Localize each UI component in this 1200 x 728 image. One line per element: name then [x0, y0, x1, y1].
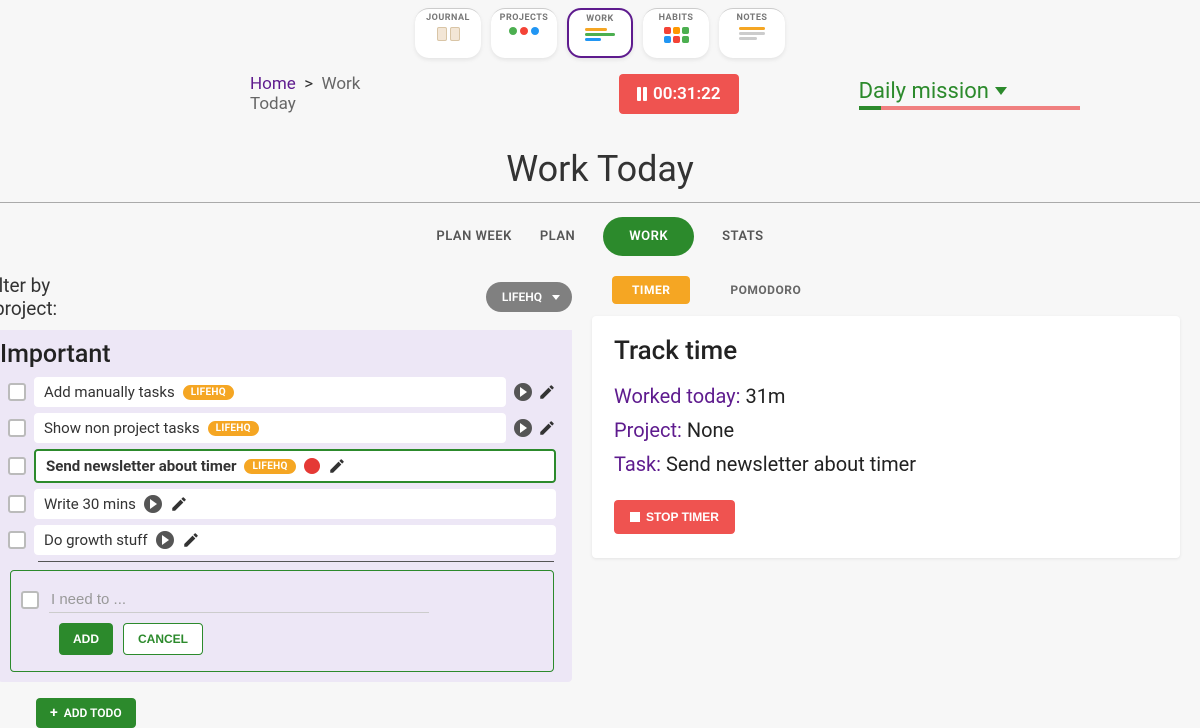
nav-notes[interactable]: NOTES: [719, 8, 785, 58]
task-body[interactable]: Do growth stuff: [34, 525, 556, 555]
nav-work[interactable]: WORK: [567, 8, 633, 58]
tab-work[interactable]: WORK: [603, 217, 694, 256]
section-title: Important: [0, 336, 564, 377]
mode-tabs: TIMER POMODORO: [592, 270, 1180, 316]
page-title: Work Today: [0, 124, 1200, 202]
task-row: Show non project tasks LIFEHQ: [8, 413, 556, 443]
nav-projects[interactable]: PROJECTS: [491, 8, 557, 58]
right-column: TIMER POMODORO Track time Worked today: …: [592, 270, 1200, 728]
track-title: Track time: [614, 336, 1158, 366]
stop-label: STOP TIMER: [646, 510, 719, 524]
task-row: Write 30 mins: [8, 489, 556, 519]
tab-plan[interactable]: PLAN: [540, 229, 575, 244]
task-title: Send newsletter about timer: [46, 457, 236, 475]
tab-plan-week[interactable]: PLAN WEEK: [436, 229, 511, 244]
task-title: Show non project tasks: [44, 419, 200, 437]
habits-icon: [661, 27, 691, 43]
task-checkbox[interactable]: [8, 495, 26, 513]
task-checkbox[interactable]: [8, 457, 26, 475]
worked-value: 31m: [745, 384, 785, 408]
play-icon[interactable]: [514, 419, 532, 437]
pause-icon: [637, 87, 647, 101]
breadcrumb: Home > Work Today: [250, 74, 389, 114]
edit-icon[interactable]: [328, 457, 346, 475]
task-list: Add manually tasksLIFEHQShow non project…: [0, 377, 564, 555]
task-divider: [38, 561, 554, 562]
add-todo-button[interactable]: + ADD TODO: [36, 698, 136, 728]
project-label: Project:: [614, 418, 682, 442]
filter-chip[interactable]: LIFEHQ: [486, 282, 572, 312]
important-panel: Important Add manually tasksLIFEHQShow n…: [0, 330, 572, 682]
new-task-form: ADD CANCEL: [10, 570, 554, 672]
breadcrumb-sep: >: [304, 74, 313, 94]
task-tag: LIFEHQ: [208, 421, 259, 436]
left-column: ilter by project: LIFEHQ Important Add m…: [0, 270, 572, 728]
task-value: Send newsletter about timer: [666, 452, 916, 476]
notes-icon: [739, 27, 765, 40]
edit-icon[interactable]: [538, 419, 556, 437]
daily-mission-label: Daily mission: [859, 79, 989, 104]
task-row: Do growth stuff: [8, 525, 556, 555]
task-icons: [514, 383, 556, 401]
worked-label: Worked today:: [614, 384, 740, 408]
nav-habits[interactable]: HABITS: [643, 8, 709, 58]
task-label: Task:: [614, 452, 661, 476]
task-title: Write 30 mins: [44, 495, 136, 513]
task-body[interactable]: Add manually tasks LIFEHQ: [34, 377, 506, 407]
tab-stats[interactable]: STATS: [722, 229, 764, 244]
top-nav: JOURNAL PROJECTS WORK HABITS NOTES: [0, 0, 1200, 64]
play-icon[interactable]: [144, 495, 162, 513]
task-title: Add manually tasks: [44, 383, 175, 401]
track-card: Track time Worked today: 31m Project: No…: [592, 316, 1180, 558]
journal-icon: [437, 27, 460, 41]
task-icons: [514, 419, 556, 437]
task-body[interactable]: Write 30 mins: [34, 489, 556, 519]
mode-tab-pomodoro[interactable]: POMODORO: [710, 276, 821, 304]
task-checkbox[interactable]: [8, 419, 26, 437]
project-value: None: [687, 418, 734, 442]
stop-icon: [630, 512, 640, 522]
nav-label: PROJECTS: [500, 13, 549, 23]
stop-timer-button[interactable]: STOP TIMER: [614, 500, 735, 534]
task-tag: LIFEHQ: [183, 385, 234, 400]
nav-label: HABITS: [659, 13, 694, 23]
breadcrumb-home[interactable]: Home: [250, 74, 296, 94]
play-icon[interactable]: [156, 531, 174, 549]
timer-value: 00:31:22: [653, 84, 721, 104]
filter-row: ilter by project: LIFEHQ: [0, 270, 572, 330]
add-todo-label: ADD TODO: [64, 706, 122, 720]
edit-icon[interactable]: [170, 495, 188, 513]
edit-icon[interactable]: [182, 531, 200, 549]
play-icon[interactable]: [514, 383, 532, 401]
edit-icon[interactable]: [538, 383, 556, 401]
task-body[interactable]: Send newsletter about timer LIFEHQ: [34, 449, 556, 483]
work-icon: [585, 28, 615, 41]
new-task-input[interactable]: [49, 587, 429, 613]
cancel-button[interactable]: CANCEL: [123, 623, 203, 655]
nav-label: JOURNAL: [426, 13, 470, 23]
task-checkbox[interactable]: [8, 531, 26, 549]
new-task-checkbox[interactable]: [21, 591, 39, 609]
timer-button[interactable]: 00:31:22: [619, 74, 739, 114]
task-tag: LIFEHQ: [244, 459, 295, 474]
daily-mission-dropdown[interactable]: Daily mission: [859, 79, 1080, 110]
header-row: Home > Work Today 00:31:22 Daily mission: [0, 64, 1200, 124]
projects-icon: [509, 27, 539, 35]
nav-label: NOTES: [737, 13, 768, 23]
task-body[interactable]: Show non project tasks LIFEHQ: [34, 413, 506, 443]
nav-journal[interactable]: JOURNAL: [415, 8, 481, 58]
mode-tab-timer[interactable]: TIMER: [612, 276, 690, 304]
task-row: Send newsletter about timer LIFEHQ: [8, 449, 556, 483]
task-checkbox[interactable]: [8, 383, 26, 401]
tabs: PLAN WEEK PLAN WORK STATS: [0, 203, 1200, 270]
filter-label: ilter by project:: [0, 274, 114, 320]
add-button[interactable]: ADD: [59, 623, 113, 655]
recording-icon: [304, 458, 320, 474]
task-title: Do growth stuff: [44, 531, 148, 549]
chevron-down-icon: [995, 87, 1007, 95]
task-row: Add manually tasks LIFEHQ: [8, 377, 556, 407]
nav-label: WORK: [586, 14, 614, 24]
